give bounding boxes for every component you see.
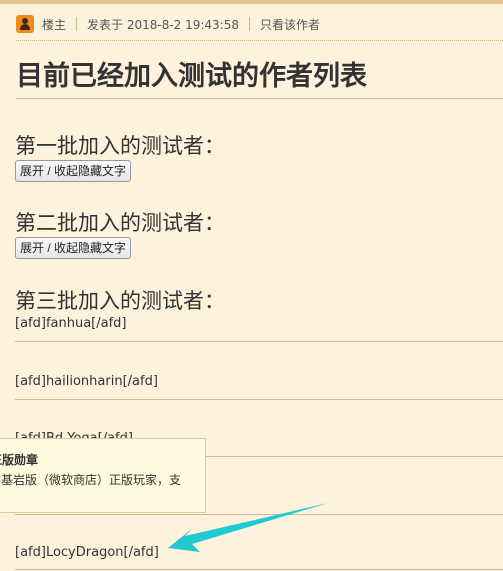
row-divider <box>15 341 503 342</box>
only-author-link[interactable]: 只看该作者 <box>260 16 320 33</box>
tooltip-title: 正版勋章 <box>0 453 39 467</box>
afd-item: [afd]LocyDragon[/afd] <box>15 545 159 560</box>
spoiler-toggle-button-first[interactable]: 展开 / 收起隐藏文字 <box>15 160 132 182</box>
page-title: 目前已经加入测试的作者列表 <box>16 61 367 92</box>
group-heading-first: 第一批加入的测试者： <box>15 134 225 158</box>
meta-divider <box>249 17 251 31</box>
medal-tooltip: 正版勋章 的基岩版（微软商店）正版玩家，支 <box>0 438 206 513</box>
tooltip-description: 的基岩版（微软商店）正版玩家，支 <box>0 473 182 487</box>
afd-item: [afd]fanhua[/afd] <box>15 316 127 331</box>
title-divider <box>16 98 503 99</box>
post-timestamp: 发表于 2018-8-2 19:43:58 <box>87 17 240 32</box>
top-border-strip <box>0 0 503 4</box>
group-heading-third: 第三批加入的测试者： <box>15 289 225 313</box>
row-divider <box>15 569 503 570</box>
dotted-divider <box>16 40 503 41</box>
row-divider <box>15 514 503 515</box>
host-user-icon <box>16 15 34 33</box>
post-meta-bar: 楼主 发表于 2018-8-2 19:43:58 只看该作者 <box>16 12 503 36</box>
row-divider <box>15 399 503 400</box>
afd-item: [afd]hailionharin[/afd] <box>15 374 158 389</box>
group-heading-second: 第二批加入的测试者： <box>15 211 225 235</box>
author-role-label: 楼主 <box>42 17 67 32</box>
meta-divider <box>76 17 78 31</box>
spoiler-toggle-button-second[interactable]: 展开 / 收起隐藏文字 <box>15 237 132 259</box>
